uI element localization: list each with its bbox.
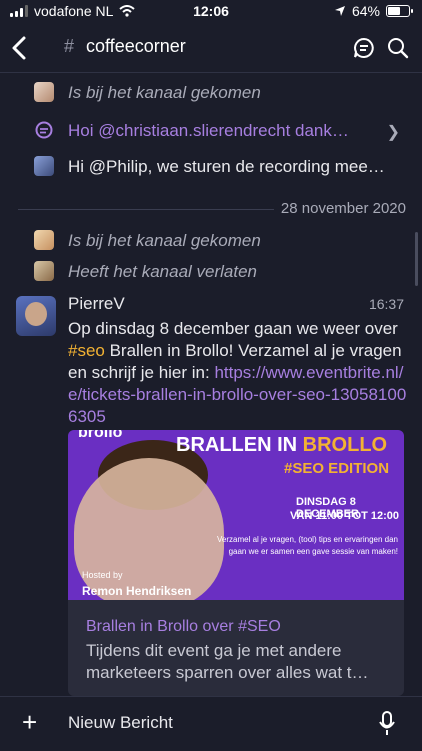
scrollbar[interactable] xyxy=(415,232,418,286)
battery-fill xyxy=(388,7,401,15)
link-description: Tijdens dit event ga je met andere marke… xyxy=(86,641,369,682)
post-time: 16:37 xyxy=(368,296,404,312)
chevron-right-icon: ❯ xyxy=(386,124,400,141)
preview-description: Verzamel al je vragen, (tool) tips en er… xyxy=(217,535,398,556)
user-avatar[interactable] xyxy=(34,156,54,176)
user-avatar[interactable] xyxy=(34,82,54,102)
system-text: Is bij het kanaal gekomen xyxy=(68,231,261,250)
hashtag-link[interactable]: #seo xyxy=(68,341,105,360)
threads-icon[interactable] xyxy=(352,36,376,60)
date-divider-line xyxy=(18,209,274,210)
channel-hash: # xyxy=(64,36,75,56)
message-composer: + Nieuw Bericht xyxy=(0,696,422,751)
preview-time-range: VAN 11:00 TOT 12:00 xyxy=(290,510,400,522)
post-text-before: Op dinsdag 8 december gaan we weer over xyxy=(68,319,398,338)
system-message-joined: Is bij het kanaal gekomen xyxy=(0,78,422,108)
thread-icon xyxy=(35,121,53,139)
system-message-joined: Is bij het kanaal gekomen xyxy=(0,226,422,256)
avatar-face xyxy=(25,302,47,326)
user-avatar[interactable] xyxy=(34,261,54,281)
thread-preview-row[interactable]: Hoi @christiaan.slierendrecht dank… ❯ xyxy=(0,116,422,146)
title-accent: BROLLO xyxy=(302,434,388,456)
title-main: BRALLEN IN xyxy=(176,434,303,456)
location-icon xyxy=(334,6,345,16)
preview-image[interactable]: brollo BRALLEN IN BROLLO #SEO EDITION DI… xyxy=(68,430,404,600)
preview-edition: #SEO EDITION xyxy=(284,460,390,477)
message-preview-row[interactable]: Hi @Philip, we sturen de recording mee… xyxy=(0,152,422,182)
system-message-left: Heeft het kanaal verlaten xyxy=(0,257,422,287)
hosted-by-label: Hosted by xyxy=(82,570,123,580)
microphone-icon[interactable] xyxy=(378,711,396,737)
channel-header: # coffeecorner xyxy=(0,24,422,73)
link-preview-card[interactable]: brollo BRALLEN IN BROLLO #SEO EDITION DI… xyxy=(68,430,404,696)
post-body: Op dinsdag 8 december gaan we weer over … xyxy=(68,318,408,428)
link-title[interactable]: Brallen in Brollo over #SEO xyxy=(86,618,281,636)
date-separator: 28 november 2020 xyxy=(280,200,406,217)
channel-name[interactable]: coffeecorner xyxy=(86,36,186,57)
system-text: Is bij het kanaal gekomen xyxy=(68,83,261,102)
battery-icon xyxy=(386,5,413,17)
preview-title: BRALLEN IN BROLLO xyxy=(176,434,387,457)
user-avatar[interactable] xyxy=(34,230,54,250)
message-preview-text: Hi @Philip, we sturen de recording mee… xyxy=(68,157,385,176)
add-attachment-button[interactable]: + xyxy=(22,709,37,735)
status-bar: vodafone NL 12:06 64% xyxy=(0,0,422,24)
back-icon[interactable] xyxy=(6,32,34,64)
status-right: 64% xyxy=(334,3,413,19)
brand-logo: brollo xyxy=(78,430,123,441)
battery-percent: 64% xyxy=(351,3,380,19)
author-avatar[interactable] xyxy=(16,296,56,336)
author-name[interactable]: PierreV xyxy=(68,294,125,314)
search-icon[interactable] xyxy=(386,36,410,60)
message-input[interactable]: Nieuw Bericht xyxy=(68,713,173,733)
host-name: Remon Hendriksen xyxy=(82,584,192,598)
thread-preview-text: Hoi @christiaan.slierendrecht dank… xyxy=(68,121,349,140)
system-text: Heeft het kanaal verlaten xyxy=(68,262,258,281)
